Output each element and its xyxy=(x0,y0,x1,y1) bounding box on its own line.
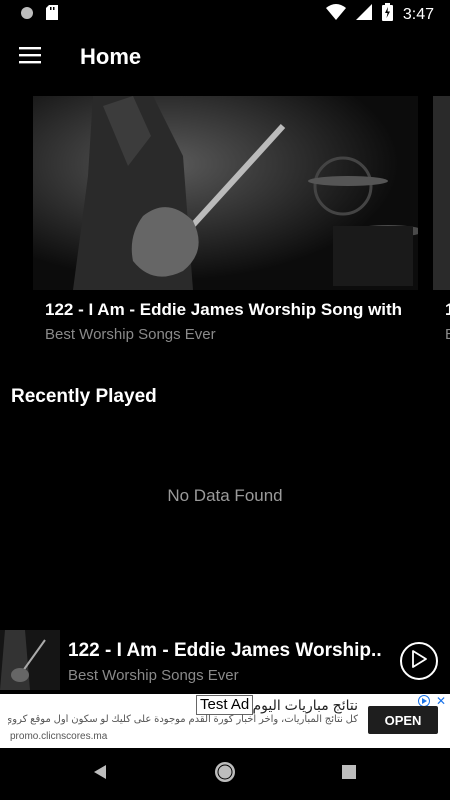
ad-open-button[interactable]: OPEN xyxy=(368,706,438,734)
status-time: 3:47 xyxy=(402,5,434,23)
recents-icon xyxy=(342,764,356,784)
featured-card[interactable]: 122 - I Am - Eddie James Worship Song wi… xyxy=(33,96,418,356)
system-nav-bar xyxy=(0,748,450,800)
card-title: 122 - I Am - Eddie James Worship Song wi… xyxy=(45,300,403,319)
mini-player-subtitle: Best Worship Songs Ever xyxy=(68,667,239,684)
ad-banner[interactable]: Test Ad نتائج مباريات اليوم كل نتائج الم… xyxy=(0,694,450,748)
test-ad-badge: Test Ad xyxy=(196,695,254,715)
card-title: 1 xyxy=(445,300,450,319)
ad-headline[interactable]: نتائج مباريات اليوم xyxy=(253,697,358,714)
ad-body: كل نتائج المباريات، وآخر أخبار كورة القد… xyxy=(8,714,358,725)
record-icon xyxy=(20,6,34,25)
empty-state-text: No Data Found xyxy=(167,486,283,505)
menu-button[interactable] xyxy=(0,26,60,88)
status-bar: 3:47 xyxy=(0,0,450,26)
play-icon xyxy=(411,649,427,673)
page-title: Home xyxy=(80,44,142,69)
ad-url: promo.clicnscores.ma xyxy=(10,731,108,742)
signal-icon xyxy=(355,4,372,25)
battery-charging-icon xyxy=(381,3,393,26)
mini-player-title: 122 - I Am - Eddie James Worship.. xyxy=(68,640,382,661)
recents-button[interactable] xyxy=(337,762,361,786)
app-bar: Home xyxy=(0,26,450,88)
mini-player-art xyxy=(0,630,60,690)
card-subtitle: B xyxy=(445,326,450,343)
card-subtitle: Best Worship Songs Ever xyxy=(45,326,216,343)
sd-card-icon xyxy=(46,5,58,25)
home-icon xyxy=(214,761,236,788)
back-button[interactable] xyxy=(88,762,112,786)
wifi-icon xyxy=(325,4,346,25)
back-icon xyxy=(92,764,108,785)
album-art-image xyxy=(33,96,418,290)
featured-card[interactable]: 1 B xyxy=(433,96,450,356)
album-art-image xyxy=(433,96,450,290)
featured-carousel[interactable]: 122 - I Am - Eddie James Worship Song wi… xyxy=(0,96,450,356)
home-button[interactable] xyxy=(213,761,237,788)
recently-played-heading: Recently Played xyxy=(11,386,157,407)
hamburger-menu-icon xyxy=(19,46,41,69)
play-button[interactable] xyxy=(400,642,438,680)
mini-player[interactable]: 122 - I Am - Eddie James Worship.. Best … xyxy=(0,630,450,694)
